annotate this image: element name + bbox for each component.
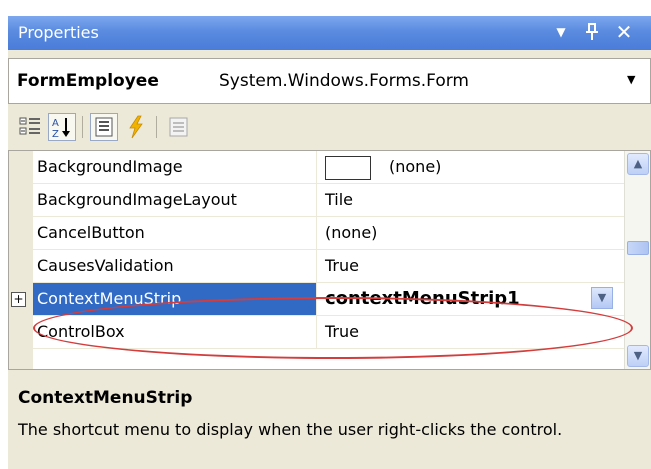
scroll-down-icon[interactable]: ▼ <box>627 345 649 367</box>
property-value[interactable]: Tile <box>321 184 621 216</box>
categorized-icon <box>19 117 40 135</box>
property-name: ControlBox <box>33 316 317 348</box>
scroll-up-icon[interactable]: ▲ <box>627 153 649 175</box>
description-text: The shortcut menu to display when the us… <box>18 420 563 439</box>
property-grid: BackgroundImage (none) BackgroundImageLa… <box>8 150 651 370</box>
window-position-dropdown-icon[interactable]: ▼ <box>549 19 573 45</box>
properties-window: Properties ▼ ✕ FormEmployee System.Windo… <box>8 16 651 469</box>
property-value: (none) <box>389 157 442 176</box>
title-bar: Properties ▼ ✕ <box>8 16 651 50</box>
description-title: ContextMenuStrip <box>18 388 193 408</box>
properties-toolbar: A Z <box>8 106 651 148</box>
property-value[interactable]: (none) <box>321 217 621 249</box>
description-pane: ContextMenuStrip The shortcut menu to di… <box>8 374 651 469</box>
property-value[interactable]: True <box>321 250 621 282</box>
property-pages-icon <box>169 117 188 137</box>
property-grid-gutter <box>9 151 33 369</box>
property-row-controlbox[interactable]: ControlBox True <box>33 316 629 349</box>
value-dropdown-icon[interactable]: ▼ <box>591 287 613 309</box>
categorized-button[interactable] <box>16 113 44 141</box>
selected-object-name: FormEmployee <box>17 71 159 91</box>
alphabetical-button[interactable]: A Z <box>48 113 76 141</box>
close-icon[interactable]: ✕ <box>612 19 636 45</box>
object-selector-dropdown-icon[interactable]: ▼ <box>627 73 635 86</box>
property-row-backgroundimage[interactable]: BackgroundImage (none) <box>33 151 629 184</box>
expand-icon[interactable]: + <box>11 292 26 307</box>
scrollbar-thumb[interactable] <box>627 241 649 255</box>
object-selector-combobox[interactable]: FormEmployee System.Windows.Forms.Form ▼ <box>8 58 651 104</box>
property-row-causesvalidation[interactable]: CausesValidation True <box>33 250 629 283</box>
property-name: BackgroundImageLayout <box>33 184 317 216</box>
selected-object-type: System.Windows.Forms.Form <box>219 71 469 91</box>
svg-text:Z: Z <box>52 129 59 140</box>
property-value-text: contextMenuStrip1 <box>325 288 520 309</box>
toolbar-separator <box>156 116 157 138</box>
property-pages-button[interactable] <box>164 113 192 141</box>
property-value-cell[interactable]: (none) <box>321 151 621 183</box>
property-row-backgroundimagelayout[interactable]: BackgroundImageLayout Tile <box>33 184 629 217</box>
events-lightning-icon <box>129 115 143 139</box>
alphabetical-sort-icon: A Z <box>52 118 70 140</box>
svg-text:A: A <box>52 118 59 129</box>
property-name: CancelButton <box>33 217 317 249</box>
property-name: ContextMenuStrip <box>33 283 317 315</box>
property-value[interactable]: True <box>321 316 621 348</box>
property-name: BackgroundImage <box>33 151 317 183</box>
property-name: CausesValidation <box>33 250 317 282</box>
auto-hide-pin-icon[interactable] <box>580 19 604 45</box>
vertical-scrollbar[interactable]: ▲ ▼ <box>624 151 650 369</box>
property-value[interactable]: contextMenuStrip1 ▼ <box>321 283 621 315</box>
events-button[interactable] <box>122 113 150 141</box>
properties-button[interactable] <box>90 113 118 141</box>
image-swatch <box>325 155 371 180</box>
window-title: Properties <box>18 23 99 42</box>
property-row-contextmenustrip[interactable]: ContextMenuStrip contextMenuStrip1 ▼ <box>33 283 629 316</box>
properties-icon <box>95 117 113 137</box>
toolbar-separator <box>82 116 83 138</box>
property-row-cancelbutton[interactable]: CancelButton (none) <box>33 217 629 250</box>
